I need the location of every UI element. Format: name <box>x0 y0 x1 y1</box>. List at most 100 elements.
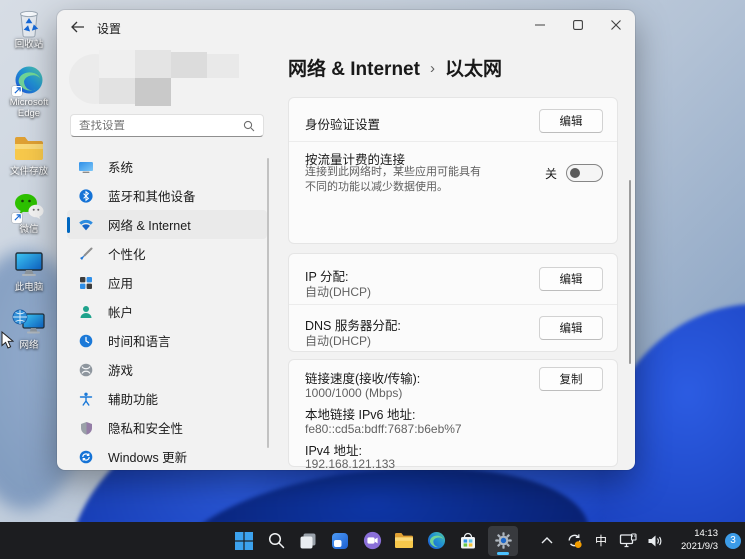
bluetooth-icon <box>78 188 94 204</box>
metered-toggle-switch[interactable] <box>566 164 603 182</box>
search-icon <box>268 532 284 549</box>
desktop-icon-this-pc[interactable]: 此电脑 <box>2 249 56 294</box>
divider <box>289 304 617 305</box>
breadcrumb-current page-title: 以太网 <box>444 59 502 80</box>
ipv6-address-value: fe80::cd5a:bdff:7687:b6eb%7 <box>305 422 462 436</box>
sidebar-item-label: Windows 更新 <box>108 451 188 465</box>
desktop-icon-label: 文件存放 <box>9 165 48 177</box>
task-view-icon <box>300 533 316 548</box>
sidebar-item-bluetooth-devices[interactable]: 蓝牙和其他设备 <box>67 181 267 210</box>
system-icon <box>78 159 94 175</box>
dns-edit-button[interactable]: 编辑 <box>539 316 603 340</box>
widgets-button[interactable] <box>328 529 352 553</box>
sidebar-item-label: 蓝牙和其他设备 <box>108 190 196 204</box>
edge-taskbar-button[interactable] <box>424 529 448 553</box>
taskbar-search-button[interactable] <box>264 529 288 553</box>
desktop-icon-label: Microsoft Edge <box>9 96 49 119</box>
desktop-icon-edge[interactable]: Microsoft Edge <box>2 64 56 120</box>
mouse-cursor <box>1 330 15 354</box>
sidebar-item-label: 游戏 <box>108 364 134 378</box>
window-controls <box>521 10 635 40</box>
sidebar-item-label: 应用 <box>108 277 134 291</box>
desktop-icon-folder[interactable]: 文件存放 <box>2 133 56 178</box>
auth-edit-button[interactable]: 编辑 <box>539 109 603 133</box>
tray-sync-icon[interactable] <box>564 529 584 553</box>
ipv6-address-label: 本地链接 IPv6 地址: <box>305 408 416 422</box>
this-pc-icon <box>12 249 46 281</box>
ime-indicator[interactable]: 中 <box>591 529 611 553</box>
store-button[interactable] <box>456 529 480 553</box>
sidebar-item-windows-update[interactable]: Windows 更新 <box>67 442 267 470</box>
close-button[interactable] <box>597 10 635 40</box>
copy-button[interactable]: 复制 <box>539 367 603 391</box>
ipv4-address-value: 192.168.121.133 <box>305 457 396 470</box>
maximize-button[interactable] <box>559 10 597 40</box>
apps-icon <box>78 275 94 291</box>
sidebar-item-personalization[interactable]: 个性化 <box>67 239 267 268</box>
search-input[interactable] <box>79 119 243 132</box>
sidebar-item-label: 个性化 <box>108 248 146 262</box>
toggle-state-label: 关 <box>544 166 557 181</box>
breadcrumb-root[interactable]: 网络 & Internet <box>288 54 420 81</box>
card-link-info: 链接速度(接收/传输): 1000/1000 (Mbps) 本地链接 IPv6 … <box>288 359 618 470</box>
metered-connection-description: 连接到此网络时，某些应用可能具有不同的功能以减少数据使用。 <box>305 166 481 194</box>
sidebar-item-privacy-security[interactable]: 隐私和安全性 <box>67 413 267 442</box>
settings-window: 设置 系统 <box>57 10 635 470</box>
desktop-icon-wechat[interactable]: 微信 <box>2 191 56 236</box>
windows-logo-icon <box>235 531 253 550</box>
sidebar-item-time-language[interactable]: 时间和语言 <box>67 326 267 355</box>
content-scrollbar[interactable] <box>629 180 631 364</box>
redaction-pixel <box>99 50 135 78</box>
notification-badge[interactable]: 3 <box>725 532 741 549</box>
chat-button[interactable] <box>360 529 384 553</box>
metered-toggle-group: 关 <box>545 164 603 182</box>
edge-icon <box>12 64 46 96</box>
store-icon <box>461 532 475 548</box>
account-redacted-block[interactable] <box>69 50 255 108</box>
network-ethernet-icon[interactable] <box>618 529 638 553</box>
desktop-icon-recycle-bin[interactable]: 回收站 <box>2 6 56 51</box>
folder-icon <box>12 133 46 165</box>
ip-assignment-value: 自动(DHCP) <box>305 285 371 299</box>
card-auth-metered: 身份验证设置 编辑 按流量计费的连接 连接到此网络时，某些应用可能具有不同的功能… <box>288 97 618 310</box>
volume-icon[interactable] <box>645 529 665 553</box>
start-button[interactable] <box>232 529 256 553</box>
file-explorer-button[interactable] <box>392 529 416 553</box>
shortcut-arrow-icon <box>12 85 22 96</box>
system-tray: 中 14:13 2021/9/3 3 <box>537 522 741 559</box>
desktop-icon-label: 此电脑 <box>14 281 44 293</box>
link-speed-value: 1000/1000 (Mbps) <box>305 386 403 400</box>
minimize-button[interactable] <box>521 10 559 40</box>
window-title: 设置 <box>97 22 122 36</box>
settings-search-box[interactable] <box>70 114 264 137</box>
titlebar[interactable]: 设置 <box>57 10 635 44</box>
accounts-icon <box>78 304 94 320</box>
windows-update-icon <box>78 449 94 465</box>
back-button[interactable] <box>65 15 91 39</box>
toggle-knob <box>570 168 580 178</box>
tray-clock[interactable]: 14:13 2021/9/3 <box>672 528 718 554</box>
sidebar-item-gaming[interactable]: 游戏 <box>67 355 267 384</box>
redaction-pixel <box>99 78 135 104</box>
task-view-button[interactable] <box>296 529 320 553</box>
sidebar-item-accessibility[interactable]: 辅助功能 <box>67 384 267 413</box>
sidebar-item-apps[interactable]: 应用 <box>67 268 267 297</box>
desktop-icon-label: 微信 <box>19 223 39 235</box>
personalization-icon <box>78 246 94 262</box>
sidebar-item-system[interactable]: 系统 <box>67 152 267 181</box>
recycle-bin-icon <box>12 6 46 38</box>
gaming-icon <box>78 362 94 378</box>
time-language-icon <box>78 333 94 349</box>
sidebar-item-network-internet[interactable]: 网络 & Internet <box>67 210 267 239</box>
redaction-pixel <box>135 50 171 78</box>
edge-icon <box>427 531 445 550</box>
desktop-icon-label: 网络 <box>19 339 39 351</box>
settings-taskbar-button[interactable] <box>488 525 518 556</box>
ip-edit-button[interactable]: 编辑 <box>539 267 603 291</box>
tray-chevron-up-icon[interactable] <box>537 529 557 553</box>
sidebar-scrollbar[interactable] <box>267 158 269 448</box>
sidebar-item-accounts[interactable]: 帐户 <box>67 297 267 326</box>
taskbar: 中 14:13 2021/9/3 3 <box>0 522 745 559</box>
sidebar-item-label: 网络 & Internet <box>108 219 191 233</box>
search-icon <box>243 120 255 131</box>
